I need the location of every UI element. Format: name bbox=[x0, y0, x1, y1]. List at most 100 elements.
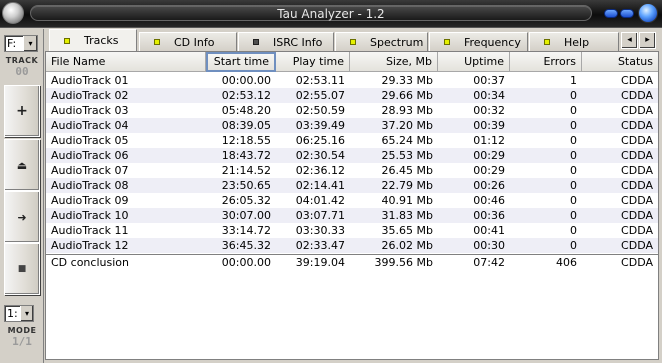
cell-play-time: 02:33.47 bbox=[295, 239, 345, 252]
column-header-play-time[interactable]: Play time bbox=[276, 52, 350, 72]
tab-label: Spectrum bbox=[370, 35, 424, 49]
cell-status: CDDA bbox=[621, 224, 653, 237]
cell-errors: 406 bbox=[556, 256, 577, 269]
cell-size: 35.65 Mb bbox=[381, 224, 433, 237]
table-row[interactable]: AudioTrack 12 36:45.32 02:33.47 26.02 Mb 00:… bbox=[46, 238, 658, 253]
tab-tracks[interactable]: Tracks bbox=[49, 29, 137, 51]
cell-start-time: 18:43.72 bbox=[221, 149, 271, 162]
cell-status: CDDA bbox=[621, 149, 653, 162]
cell-uptime: 00:41 bbox=[473, 224, 505, 237]
window-title: Tau Analyzer - 1.2 bbox=[277, 7, 385, 21]
cell-file-name: AudioTrack 01 bbox=[51, 74, 129, 87]
cell-errors: 0 bbox=[570, 179, 577, 192]
status-led-icon bbox=[544, 39, 550, 45]
cell-file-name: AudioTrack 11 bbox=[51, 224, 129, 237]
cell-errors: 0 bbox=[570, 119, 577, 132]
mode-label: MODE bbox=[7, 326, 37, 335]
cell-errors: 0 bbox=[570, 134, 577, 147]
eject-button[interactable]: ⏏ bbox=[4, 139, 40, 191]
minimize-button[interactable] bbox=[604, 9, 618, 18]
cell-uptime: 00:39 bbox=[473, 119, 505, 132]
cell-play-time: 02:14.41 bbox=[295, 179, 345, 192]
status-led-icon bbox=[253, 39, 259, 45]
cell-uptime: 01:12 bbox=[473, 134, 505, 147]
column-header-size[interactable]: Size, Mb bbox=[350, 52, 438, 72]
cell-size: 26.45 Mb bbox=[381, 164, 433, 177]
tab-help[interactable]: Help bbox=[529, 32, 619, 51]
mode-select-value: 1: bbox=[7, 307, 18, 320]
mode-display: 1/1 bbox=[12, 335, 32, 348]
cell-status: CDDA bbox=[621, 179, 653, 192]
cell-start-time: 00:00.00 bbox=[221, 256, 271, 269]
cell-start-time: 23:50.65 bbox=[221, 179, 271, 192]
tracks-table[interactable]: File Name Start time Play time Size, Mb … bbox=[45, 51, 659, 360]
column-header-uptime[interactable]: Uptime bbox=[438, 52, 510, 72]
cell-status: CDDA bbox=[621, 164, 653, 177]
drive-select[interactable]: F: ▾ bbox=[4, 35, 38, 52]
mode-select[interactable]: 1: ▾ bbox=[4, 305, 34, 322]
cell-size: 25.53 Mb bbox=[381, 149, 433, 162]
table-row[interactable]: AudioTrack 08 23:50.65 02:14.41 22.79 Mb 00:… bbox=[46, 178, 658, 193]
table-row[interactable]: AudioTrack 05 12:18.55 06:25.16 65.24 Mb 01:… bbox=[46, 133, 658, 148]
cell-play-time: 39:19.04 bbox=[295, 256, 345, 269]
play-button[interactable]: ➜ bbox=[4, 191, 40, 243]
cell-status: CDDA bbox=[621, 74, 653, 87]
column-header-file-name[interactable]: File Name bbox=[46, 52, 206, 72]
cell-errors: 0 bbox=[570, 89, 577, 102]
stop-button[interactable]: ■ bbox=[4, 243, 40, 295]
tab-label: Tracks bbox=[84, 34, 119, 47]
tab-cd-info[interactable]: CD Info bbox=[139, 32, 237, 51]
left-control-panel: F: ▾ TRACK 00 + ⏏ ➜ ■ 1: ▾ MODE 1/1 bbox=[0, 29, 44, 363]
column-header-errors[interactable]: Errors bbox=[510, 52, 582, 72]
table-row[interactable]: AudioTrack 01 00:00.00 02:53.11 29.33 Mb 00:… bbox=[46, 73, 658, 88]
cell-uptime: 00:29 bbox=[473, 164, 505, 177]
cell-play-time: 02:53.11 bbox=[295, 74, 345, 87]
table-row[interactable]: AudioTrack 03 05:48.20 02:50.59 28.93 Mb 00:… bbox=[46, 103, 658, 118]
stop-icon: ■ bbox=[17, 264, 27, 274]
summary-row[interactable]: CD conclusion 00:00.00 39:19.04 399.56 Mb 07… bbox=[46, 254, 658, 269]
tab-scroll-left-button[interactable]: ◂ bbox=[621, 32, 638, 49]
cell-file-name: AudioTrack 04 bbox=[51, 119, 129, 132]
status-led-icon bbox=[64, 37, 70, 44]
table-row[interactable]: AudioTrack 06 18:43.72 02:30.54 25.53 Mb 00:… bbox=[46, 148, 658, 163]
table-row[interactable]: AudioTrack 11 33:14.72 03:30.33 35.65 Mb 00:… bbox=[46, 223, 658, 238]
arrow-right-icon: ➜ bbox=[17, 210, 27, 224]
cell-play-time: 02:30.54 bbox=[295, 149, 345, 162]
tab-spectrum[interactable]: Spectrum bbox=[335, 32, 428, 51]
close-button[interactable] bbox=[638, 3, 658, 23]
cell-play-time: 02:55.07 bbox=[295, 89, 345, 102]
tab-label: CD Info bbox=[174, 35, 215, 49]
maximize-button[interactable] bbox=[620, 9, 634, 18]
cell-file-name: AudioTrack 03 bbox=[51, 104, 129, 117]
tab-scroll-right-button[interactable]: ▸ bbox=[639, 32, 656, 49]
tab-frequency[interactable]: Frequency bbox=[429, 32, 528, 51]
table-row[interactable]: AudioTrack 02 02:53.12 02:55.07 29.66 Mb 00:… bbox=[46, 88, 658, 103]
tab-label: Frequency bbox=[464, 35, 521, 49]
cell-start-time: 12:18.55 bbox=[221, 134, 271, 147]
cell-status: CDDA bbox=[621, 89, 653, 102]
cell-start-time: 21:14.52 bbox=[221, 164, 271, 177]
table-row[interactable]: AudioTrack 04 08:39.05 03:39.49 37.20 Mb 00:… bbox=[46, 118, 658, 133]
title-bar[interactable]: Tau Analyzer - 1.2 bbox=[0, 0, 662, 28]
cell-errors: 0 bbox=[570, 239, 577, 252]
cell-uptime: 00:46 bbox=[473, 194, 505, 207]
table-row[interactable]: AudioTrack 10 30:07.00 03:07.71 31.83 Mb 00:… bbox=[46, 208, 658, 223]
table-row[interactable]: AudioTrack 07 21:14.52 02:36.12 26.45 Mb 00:… bbox=[46, 163, 658, 178]
drive-select-value: F: bbox=[7, 37, 17, 50]
chevron-down-icon[interactable]: ▾ bbox=[23, 36, 37, 51]
column-header-start-time[interactable]: Start time bbox=[206, 52, 276, 72]
cell-play-time: 03:07.71 bbox=[295, 209, 345, 222]
chevron-left-icon: ◂ bbox=[627, 35, 632, 45]
cell-errors: 0 bbox=[570, 224, 577, 237]
column-header-status[interactable]: Status bbox=[582, 52, 658, 72]
chevron-down-icon[interactable]: ▾ bbox=[20, 306, 33, 321]
cell-size: 37.20 Mb bbox=[381, 119, 433, 132]
table-row[interactable]: AudioTrack 09 26:05.32 04:01.42 40.91 Mb 00:… bbox=[46, 193, 658, 208]
cell-uptime: 00:32 bbox=[473, 104, 505, 117]
cell-uptime: 00:36 bbox=[473, 209, 505, 222]
cell-uptime: 00:26 bbox=[473, 179, 505, 192]
cell-size: 22.79 Mb bbox=[381, 179, 433, 192]
add-button[interactable]: + bbox=[4, 85, 40, 137]
tab-isrc-info[interactable]: ISRC Info bbox=[238, 32, 334, 51]
plus-icon: + bbox=[16, 103, 28, 119]
